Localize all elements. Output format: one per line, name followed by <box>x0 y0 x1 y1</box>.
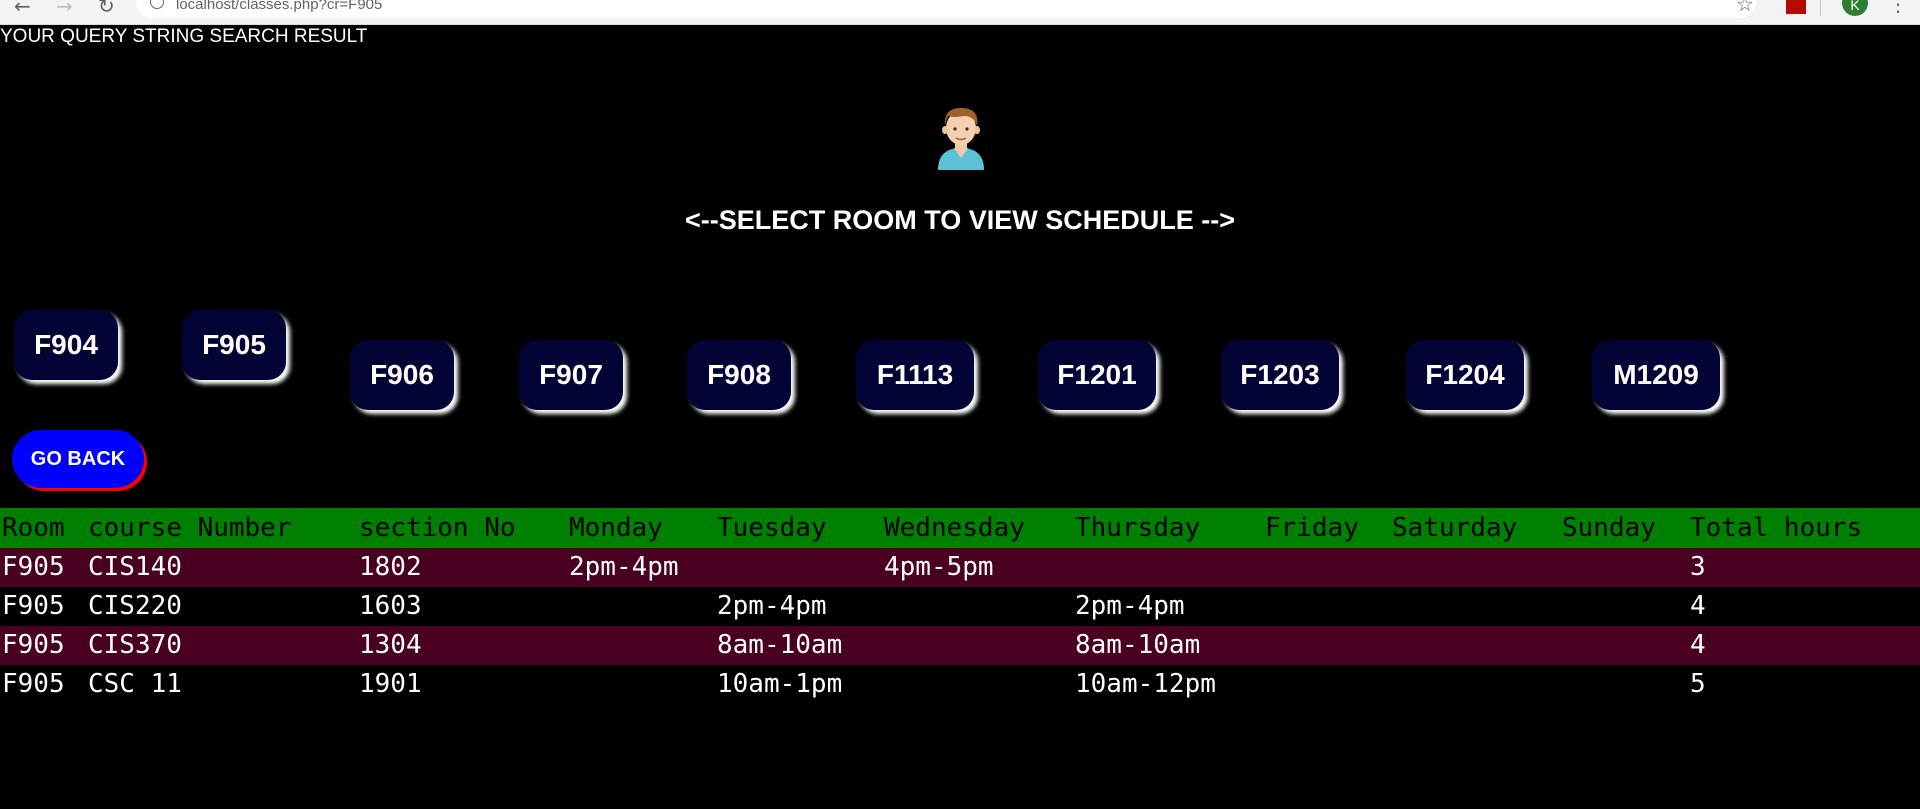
toolbar-divider <box>1820 0 1821 16</box>
header-wednesday: Wednesday <box>884 513 1025 543</box>
room-button-f908[interactable]: F908 <box>687 340 791 410</box>
cell-section-no: 1901 <box>359 669 422 699</box>
cell-course-number: CIS140 <box>88 552 182 582</box>
header-thursday: Thursday <box>1075 513 1201 543</box>
cell-section-no: 1603 <box>359 591 422 621</box>
address-bar-url: localhost/classes.php?cr=F905 <box>176 0 383 13</box>
forward-icon[interactable]: → <box>56 0 73 18</box>
room-button-f1201[interactable]: F1201 <box>1038 340 1156 410</box>
room-button-f1113[interactable]: F1113 <box>856 340 974 410</box>
browser-toolbar: ← → ↻ localhost/classes.php?cr=F905 ☆ K … <box>0 0 1920 25</box>
header-sunday: Sunday <box>1562 513 1656 543</box>
table-row: F905 CSC 11 1901 10am-1pm 10am-12pm 5 <box>0 665 1920 704</box>
table-header-row: Room course Number section No Monday Tue… <box>0 508 1920 548</box>
user-avatar-icon <box>938 108 984 170</box>
header-monday: Monday <box>569 513 663 543</box>
header-section-no: section No <box>359 513 516 543</box>
room-button-f1203[interactable]: F1203 <box>1221 340 1339 410</box>
menu-icon[interactable]: ⋮ <box>1888 0 1908 16</box>
reload-icon[interactable]: ↻ <box>98 0 115 18</box>
query-result-label: YOUR QUERY STRING SEARCH RESULT <box>0 26 368 47</box>
cell-wednesday: 4pm-5pm <box>884 552 994 582</box>
header-friday: Friday <box>1265 513 1359 543</box>
cell-tuesday: 2pm-4pm <box>717 591 827 621</box>
room-button-f904[interactable]: F904 <box>14 310 118 380</box>
schedule-table: Room course Number section No Monday Tue… <box>0 508 1920 704</box>
go-back-button[interactable]: GO BACK <box>12 430 144 488</box>
cell-room: F905 <box>2 630 65 660</box>
cell-course-number: CSC 11 <box>88 669 182 699</box>
cell-total-hours: 5 <box>1690 669 1706 699</box>
table-row: F905 CIS140 1802 2pm-4pm 4pm-5pm 3 <box>0 548 1920 587</box>
select-room-heading: <--SELECT ROOM TO VIEW SCHEDULE --> <box>0 205 1920 236</box>
cell-monday: 2pm-4pm <box>569 552 679 582</box>
cell-thursday: 2pm-4pm <box>1075 591 1185 621</box>
cell-total-hours: 4 <box>1690 630 1706 660</box>
cell-tuesday: 8am-10am <box>717 630 843 660</box>
cell-section-no: 1802 <box>359 552 422 582</box>
cell-thursday: 10am-12pm <box>1075 669 1216 699</box>
header-room: Room <box>2 513 65 543</box>
header-saturday: Saturday <box>1392 513 1518 543</box>
cell-room: F905 <box>2 669 65 699</box>
room-button-f905[interactable]: F905 <box>182 310 286 380</box>
back-icon[interactable]: ← <box>14 0 31 18</box>
cell-total-hours: 3 <box>1690 552 1706 582</box>
header-course-number: course Number <box>88 513 292 543</box>
cell-section-no: 1304 <box>359 630 422 660</box>
table-row: F905 CIS220 1603 2pm-4pm 2pm-4pm 4 <box>0 587 1920 626</box>
cell-tuesday: 10am-1pm <box>717 669 843 699</box>
header-total-hours: Total hours <box>1690 513 1863 543</box>
header-tuesday: Tuesday <box>717 513 827 543</box>
select-room-heading-text: <--SELECT ROOM TO VIEW SCHEDULE --> <box>684 205 1236 235</box>
room-button-f907[interactable]: F907 <box>519 340 623 410</box>
cell-room: F905 <box>2 591 65 621</box>
room-button-f1204[interactable]: F1204 <box>1406 340 1524 410</box>
cell-course-number: CIS370 <box>88 630 182 660</box>
room-button-f906[interactable]: F906 <box>350 340 454 410</box>
cell-room: F905 <box>2 552 65 582</box>
cell-thursday: 8am-10am <box>1075 630 1201 660</box>
room-button-m1209[interactable]: M1209 <box>1592 340 1720 410</box>
cell-course-number: CIS220 <box>88 591 182 621</box>
cell-total-hours: 4 <box>1690 591 1706 621</box>
pdf-extension-icon[interactable] <box>1786 0 1806 14</box>
table-row: F905 CIS370 1304 8am-10am 8am-10am 4 <box>0 626 1920 665</box>
profile-avatar[interactable]: K <box>1842 0 1868 16</box>
bookmark-star-icon[interactable]: ☆ <box>1736 0 1754 16</box>
